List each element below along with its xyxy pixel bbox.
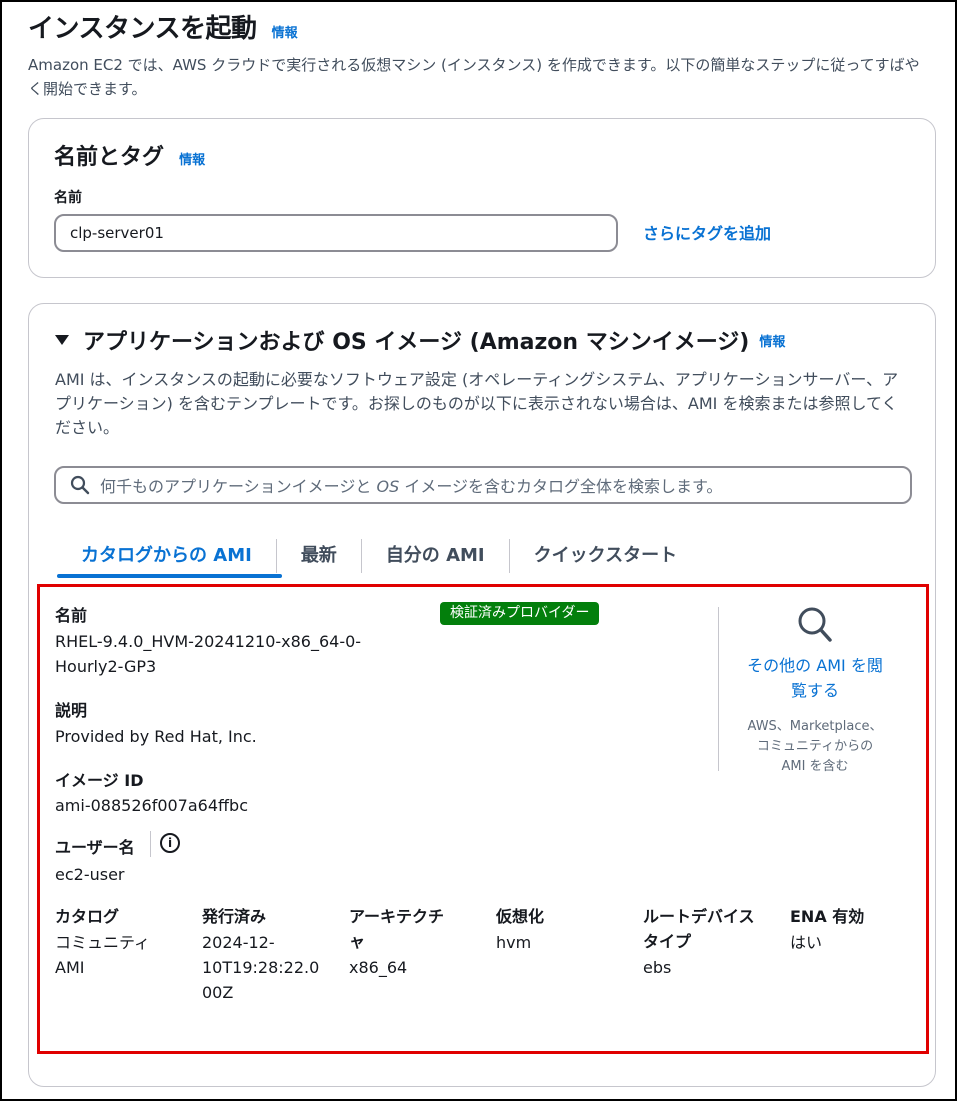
username-label: ユーザー名 (55, 838, 135, 857)
name-input[interactable]: clp-server01 (54, 214, 618, 252)
name-tags-card: 名前とタグ 情報 名前 clp-server01 さらにタグを追加 (28, 118, 936, 278)
tab-quick-start[interactable]: クイックスタート (510, 539, 701, 573)
root-device-label-line2: タイプ (643, 932, 692, 951)
ami-section-title: アプリケーションおよび OS イメージ (Amazon マシンイメージ) (83, 330, 750, 355)
search-icon (70, 475, 90, 495)
tab-my-ami[interactable]: 自分の AMI (362, 539, 509, 573)
root-device-label-line1: ルートデバイス (643, 907, 755, 926)
ami-name-label: 名前 (55, 606, 88, 625)
browse-more-ami-link[interactable]: その他の AMI を閲 覧する (720, 653, 910, 703)
username-value: ec2-user (55, 865, 125, 884)
browse-more-ami-subtext: AWS、Marketplace、 コミュニティからの AMI を含む (747, 719, 883, 774)
name-tags-info-link[interactable]: 情報 (179, 153, 205, 168)
published-value-line3: 00Z (202, 983, 234, 1002)
image-id-value: ami-088526f007a64ffbc (55, 796, 248, 815)
page-description: Amazon EC2 では、AWS クラウドで実行される仮想マシン (インスタン… (28, 56, 920, 98)
ami-tabs: カタログからの AMI 最新 自分の AMI クイックスタート (57, 532, 701, 580)
ami-search-input[interactable]: 何千ものアプリケーションイメージと OS イメージを含むカタログ全体を検索します… (54, 466, 912, 504)
active-tab-indicator (57, 574, 282, 578)
virtualization-value: hvm (496, 933, 532, 952)
published-value-line2: 10T19:28:22.0 (202, 958, 320, 977)
ami-name-value-line1: RHEL-9.4.0_HVM-20241210-x86_64-0- (55, 632, 362, 651)
tab-latest[interactable]: 最新 (277, 539, 361, 573)
virtualization-label: 仮想化 (496, 907, 545, 926)
catalog-value-line1: コミュニティ (55, 933, 151, 952)
ami-name-value-line2: Hourly2-GP3 (55, 657, 157, 676)
root-device-value: ebs (643, 958, 672, 977)
name-field-label: 名前 (54, 190, 82, 206)
ami-section-header: アプリケーションおよび OS イメージ (Amazon マシンイメージ) 情報 (55, 324, 785, 356)
ena-value: はい (790, 933, 823, 952)
add-tags-link[interactable]: さらにタグを追加 (643, 220, 771, 244)
search-placeholder: 何千ものアプリケーションイメージと OS イメージを含むカタログ全体を検索します… (100, 477, 723, 496)
ami-description-label: 説明 (55, 701, 88, 720)
verified-provider-badge: 検証済みプロバイダー (440, 602, 600, 625)
search-icon[interactable] (796, 605, 834, 645)
ami-card: アプリケーションおよび OS イメージ (Amazon マシンイメージ) 情報 … (28, 303, 936, 1087)
ami-info-link[interactable]: 情報 (759, 331, 785, 350)
page-info-link[interactable]: 情報 (272, 26, 298, 41)
catalog-value-line2: AMI (55, 958, 85, 977)
published-label: 発行済み (202, 907, 267, 926)
image-id-label: イメージ ID (55, 771, 144, 790)
tab-catalog-ami[interactable]: カタログからの AMI (57, 539, 276, 573)
page-header: インスタンスを起動 情報 Amazon EC2 では、AWS クラウドで実行され… (28, 8, 938, 101)
username-divider (150, 831, 151, 857)
browse-more-ami: その他の AMI を閲 覧する AWS、Marketplace、 コミュニティか… (720, 605, 910, 777)
page-title: インスタンスを起動 (28, 14, 257, 44)
info-circle-icon[interactable]: i (160, 833, 180, 853)
ami-description: AMI は、インスタンスの起動に必要なソフトウェア設定 (オペレーティングシステ… (55, 370, 899, 437)
ami-description-value: Provided by Red Hat, Inc. (55, 727, 257, 746)
architecture-label-line1: アーキテクチ (349, 907, 445, 926)
page-frame: インスタンスを起動 情報 Amazon EC2 では、AWS クラウドで実行され… (0, 0, 957, 1101)
architecture-label-line2: ャ (349, 932, 366, 951)
browse-divider (718, 607, 719, 771)
caret-down-icon[interactable] (55, 335, 69, 345)
name-tags-title: 名前とタグ (54, 145, 165, 170)
catalog-label: カタログ (55, 907, 120, 926)
ena-label: ENA 有効 (790, 907, 865, 926)
published-value-line1: 2024-12- (202, 933, 275, 952)
architecture-value: x86_64 (349, 958, 408, 977)
ami-detail-panel: 名前 RHEL-9.4.0_HVM-20241210-x86_64-0- Hou… (37, 584, 929, 1054)
